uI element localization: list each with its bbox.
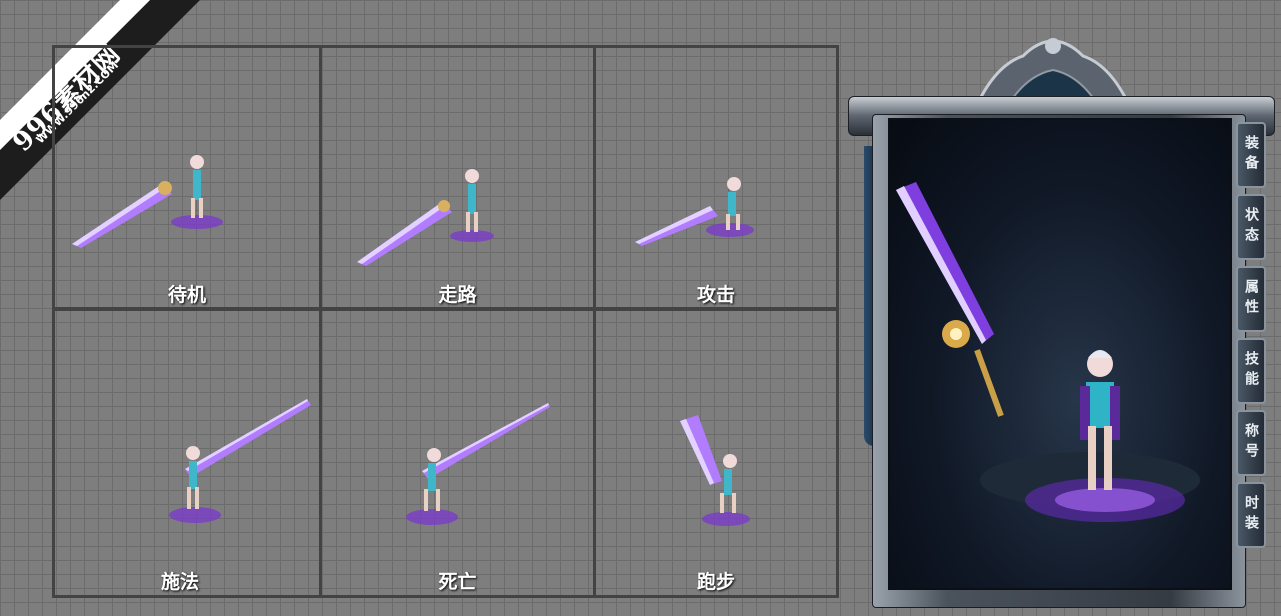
frame-cell-idle: 待机 — [52, 45, 322, 310]
tab-fashion[interactable]: 时装 — [1236, 482, 1266, 548]
tab-status[interactable]: 状态 — [1236, 194, 1266, 260]
tab-attributes[interactable]: 属性 — [1236, 266, 1266, 332]
frame-label-attack: 攻击 — [696, 284, 735, 306]
character-view — [888, 118, 1232, 590]
frame-cell-run: 跑步 — [593, 308, 839, 598]
frame-cell-walk: 走路 — [319, 45, 596, 310]
character-panel: 装备 状态 属性 技能 称号 时装 — [848, 26, 1275, 608]
idle-sprite — [72, 155, 223, 248]
frame-cell-death: 死亡 — [319, 308, 596, 598]
frame-label-idle: 待机 — [167, 284, 206, 306]
run-sprite — [680, 415, 750, 526]
frame-label-walk: 走路 — [438, 284, 477, 306]
frame-label-cast: 施法 — [160, 571, 199, 593]
hero-model — [896, 182, 1200, 522]
frame-cell-cast: 施法 — [52, 308, 322, 598]
panel-tabs: 装备 状态 属性 技能 称号 时装 — [1236, 122, 1268, 554]
tab-skills[interactable]: 技能 — [1236, 338, 1266, 404]
frame-label-death: 死亡 — [438, 571, 477, 593]
cast-sprite — [169, 399, 311, 523]
death-sprite — [406, 403, 550, 525]
tab-equipment[interactable]: 装备 — [1236, 122, 1266, 188]
tab-titles[interactable]: 称号 — [1236, 410, 1266, 476]
frame-label-run: 跑步 — [696, 571, 735, 593]
walk-sprite — [357, 169, 494, 266]
attack-sprite — [635, 177, 754, 246]
frame-cell-attack: 攻击 — [593, 45, 839, 310]
